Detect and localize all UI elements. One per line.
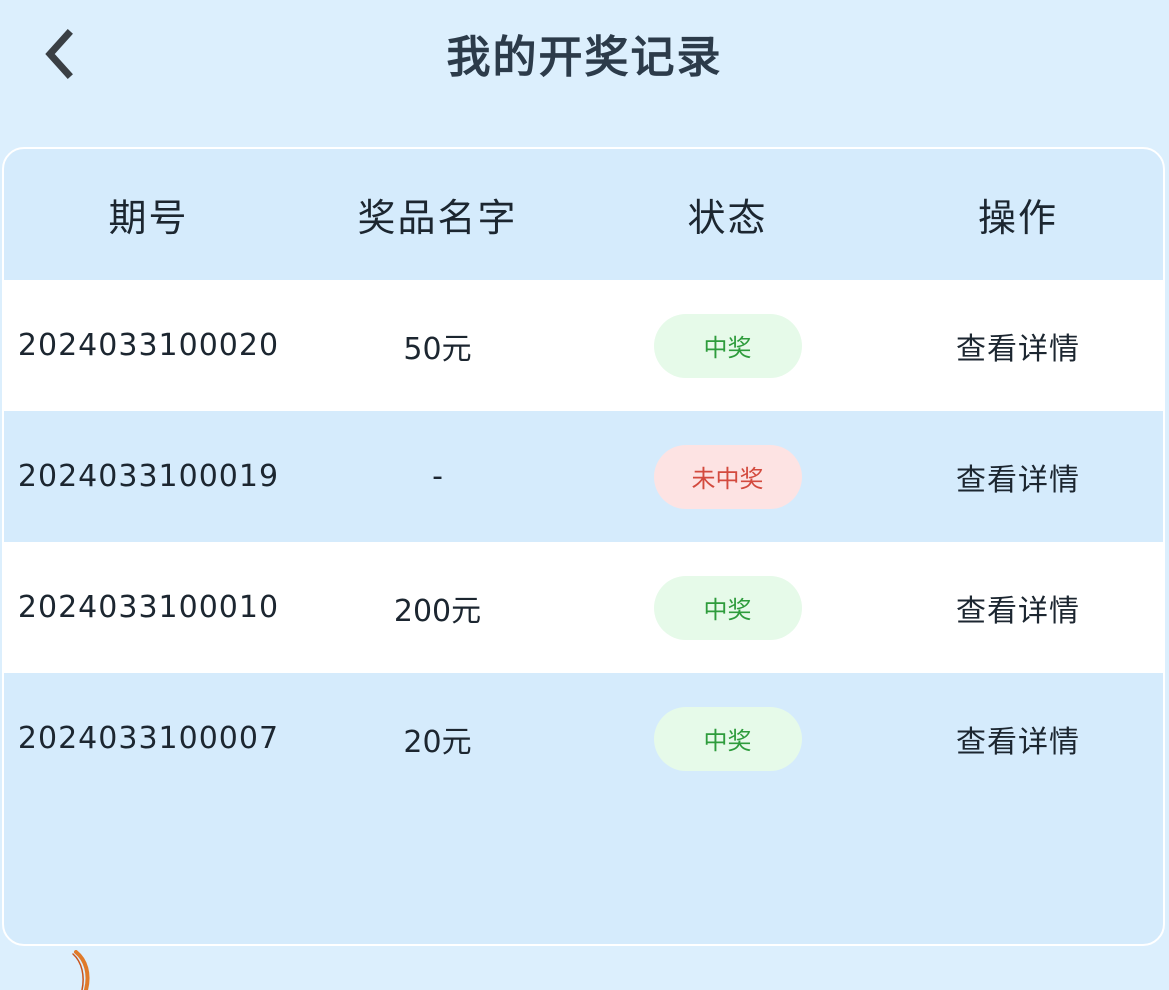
status-cell: 中奖 — [582, 313, 873, 378]
period-cell: 2024033100010 — [17, 590, 280, 625]
column-header-prize: 奖品名字 — [357, 196, 518, 240]
view-details-link[interactable]: 查看详情 — [873, 717, 1163, 761]
status-badge: 中奖 — [653, 313, 802, 378]
prize-cell: - — [432, 459, 443, 494]
decorative-swirl-icon — [72, 950, 90, 990]
table-body: 2024033100020 50元 中奖 查看详情 2024033100019 … — [4, 280, 1163, 804]
page-title: 我的开奖记录 — [446, 32, 723, 83]
status-cell: 中奖 — [582, 706, 873, 771]
period-cell: 2024033100007 — [17, 721, 280, 756]
view-details-link[interactable]: 查看详情 — [873, 324, 1163, 368]
header: 我的开奖记录 — [0, 0, 1169, 120]
column-header-status: 状态 — [687, 196, 768, 240]
table-header: 期号 奖品名字 状态 操作 — [4, 149, 1163, 280]
table-row: 2024033100020 50元 中奖 查看详情 — [4, 280, 1163, 411]
table-row: 2024033100007 20元 中奖 查看详情 — [4, 673, 1163, 804]
period-cell: 2024033100020 — [17, 328, 280, 363]
table-row: 2024033100019 - 未中奖 查看详情 — [4, 411, 1163, 542]
status-cell: 未中奖 — [582, 444, 873, 509]
period-cell: 2024033100019 — [17, 459, 280, 494]
column-header-period: 期号 — [108, 196, 189, 240]
view-details-link[interactable]: 查看详情 — [873, 455, 1163, 499]
status-badge: 中奖 — [653, 706, 802, 771]
records-table: 期号 奖品名字 状态 操作 2024033100020 50元 中奖 查看详情 … — [2, 147, 1165, 946]
status-badge: 未中奖 — [653, 444, 802, 509]
status-cell: 中奖 — [582, 575, 873, 640]
prize-cell: 200元 — [393, 593, 482, 629]
column-header-action: 操作 — [977, 196, 1058, 240]
view-details-link[interactable]: 查看详情 — [873, 586, 1163, 630]
table-row: 2024033100010 200元 中奖 查看详情 — [4, 542, 1163, 673]
status-badge: 中奖 — [653, 575, 802, 640]
prize-cell: 50元 — [403, 331, 472, 367]
prize-cell: 20元 — [403, 724, 472, 760]
